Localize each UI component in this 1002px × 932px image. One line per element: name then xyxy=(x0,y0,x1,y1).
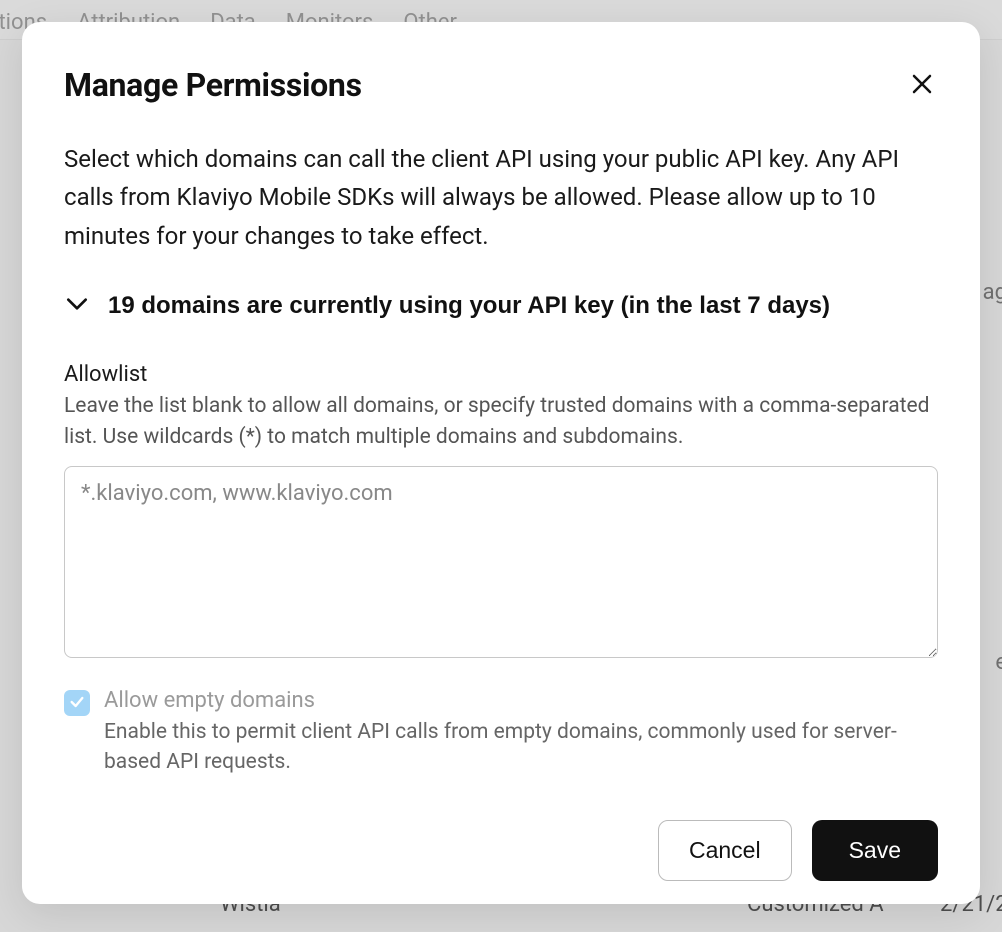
close-button[interactable] xyxy=(906,68,938,103)
modal-description: Select which domains can call the client… xyxy=(64,140,938,255)
allow-empty-body: Allow empty domains Enable this to permi… xyxy=(104,688,938,778)
cancel-button[interactable]: Cancel xyxy=(658,820,792,881)
allowlist-field: Allowlist Leave the list blank to allow … xyxy=(64,362,938,662)
check-icon xyxy=(69,694,85,713)
chevron-down-icon xyxy=(64,291,90,320)
allowlist-hint: Leave the list blank to allow all domain… xyxy=(64,391,938,452)
manage-permissions-modal: Manage Permissions Select which domains … xyxy=(22,22,980,904)
domains-expander[interactable]: 19 domains are currently using your API … xyxy=(64,291,938,320)
allow-empty-hint: Enable this to permit client API calls f… xyxy=(104,717,938,778)
modal-header: Manage Permissions xyxy=(64,66,938,104)
expander-label: 19 domains are currently using your API … xyxy=(108,292,830,320)
allowlist-label: Allowlist xyxy=(64,362,938,387)
allow-empty-checkbox[interactable] xyxy=(64,690,90,716)
modal-footer: Cancel Save xyxy=(64,792,938,881)
close-icon xyxy=(910,72,934,99)
allowlist-textarea[interactable] xyxy=(64,466,938,658)
modal-title: Manage Permissions xyxy=(64,66,362,104)
allow-empty-label: Allow empty domains xyxy=(104,688,938,713)
save-button[interactable]: Save xyxy=(812,820,938,881)
allow-empty-row: Allow empty domains Enable this to permi… xyxy=(64,688,938,778)
